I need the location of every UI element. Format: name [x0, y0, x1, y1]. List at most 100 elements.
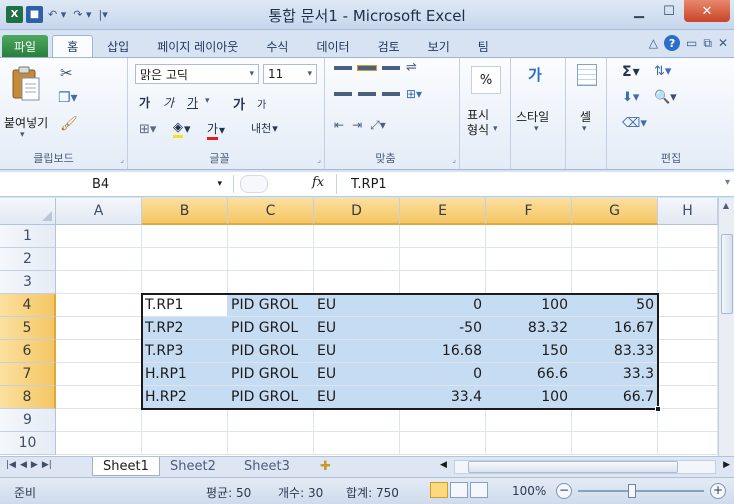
styles-icon[interactable]: 가: [528, 64, 542, 85]
cell-g5[interactable]: 16.67: [572, 317, 658, 340]
page-layout-view-icon[interactable]: [450, 482, 468, 498]
cell-f9[interactable]: [486, 409, 572, 432]
cell-b1[interactable]: [142, 225, 228, 248]
cell-e1[interactable]: [400, 225, 486, 248]
column-header-d[interactable]: D: [314, 198, 400, 225]
last-sheet-icon[interactable]: ▶|: [42, 460, 52, 470]
cell-h5[interactable]: [658, 317, 718, 340]
tab-team[interactable]: 팀: [464, 35, 503, 57]
normal-view-icon[interactable]: [430, 482, 448, 498]
ribbon-minimize-icon[interactable]: △: [649, 36, 658, 50]
cell-g6[interactable]: 83.33: [572, 340, 658, 363]
cell-b5[interactable]: T.RP2: [142, 317, 228, 340]
cell-h3[interactable]: [658, 271, 718, 294]
styles-dropdown-icon[interactable]: ▾: [534, 124, 539, 134]
page-break-view-icon[interactable]: [470, 482, 488, 498]
cell-a4[interactable]: [56, 294, 142, 317]
cell-c9[interactable]: [228, 409, 314, 432]
cell-h8[interactable]: [658, 386, 718, 409]
next-sheet-icon[interactable]: ▶: [31, 460, 38, 470]
cell-b2[interactable]: [142, 248, 228, 271]
cell-a5[interactable]: [56, 317, 142, 340]
clear-icon[interactable]: ⌫▾: [622, 116, 647, 131]
borders-icon[interactable]: ⊞▾: [139, 122, 156, 137]
row-header-9[interactable]: 9: [0, 409, 56, 432]
grow-font-button[interactable]: 가: [233, 94, 245, 113]
cell-d8[interactable]: EU: [314, 386, 400, 409]
cell-f10[interactable]: [486, 432, 572, 455]
cell-g8[interactable]: 66.7: [572, 386, 658, 409]
tab-insert[interactable]: 삽입: [93, 35, 143, 57]
zoom-thumb[interactable]: [628, 484, 636, 498]
minimize-button[interactable]: ▁: [624, 0, 654, 22]
cell-b4[interactable]: T.RP1: [142, 294, 228, 317]
cell-c2[interactable]: [228, 248, 314, 271]
cell-e5[interactable]: -50: [400, 317, 486, 340]
select-all-button[interactable]: [0, 198, 56, 225]
cell-a1[interactable]: [56, 225, 142, 248]
cell-a7[interactable]: [56, 363, 142, 386]
tab-formulas[interactable]: 수식: [252, 35, 302, 57]
vertical-scrollbar[interactable]: ▲: [718, 198, 734, 456]
font-launcher-icon[interactable]: ⌟: [317, 155, 321, 164]
bold-button[interactable]: 가: [139, 94, 150, 111]
italic-button[interactable]: 가: [163, 94, 174, 111]
cell-g1[interactable]: [572, 225, 658, 248]
cells-button-label[interactable]: 셀: [580, 108, 591, 125]
underline-button[interactable]: 가: [187, 94, 198, 111]
help-icon[interactable]: ?: [664, 35, 681, 51]
cell-g10[interactable]: [572, 432, 658, 455]
fill-icon[interactable]: ⬇▾: [622, 90, 639, 105]
column-header-f[interactable]: F: [486, 198, 572, 225]
align-bottom-icon[interactable]: [382, 66, 400, 70]
cell-a2[interactable]: [56, 248, 142, 271]
maximize-button[interactable]: ☐: [654, 0, 684, 22]
cell-b10[interactable]: [142, 432, 228, 455]
cell-e7[interactable]: 0: [400, 363, 486, 386]
scroll-up-icon[interactable]: ▲: [719, 198, 733, 212]
cell-f4[interactable]: 100: [486, 294, 572, 317]
cell-a6[interactable]: [56, 340, 142, 363]
row-header-5[interactable]: 5: [0, 317, 56, 340]
cell-c3[interactable]: [228, 271, 314, 294]
clipboard-launcher-icon[interactable]: ⌟: [120, 155, 124, 164]
tab-file[interactable]: 파일: [2, 35, 49, 57]
cell-d7[interactable]: EU: [314, 363, 400, 386]
merge-cells-icon[interactable]: ⊞▾: [406, 87, 422, 101]
zoom-in-icon[interactable]: +: [710, 483, 726, 499]
row-header-2[interactable]: 2: [0, 248, 56, 271]
cell-b3[interactable]: [142, 271, 228, 294]
insert-sheet-icon[interactable]: ✚: [310, 457, 341, 476]
cell-d1[interactable]: [314, 225, 400, 248]
cell-f2[interactable]: [486, 248, 572, 271]
horizontal-scroll-thumb[interactable]: [468, 461, 678, 473]
cell-h4[interactable]: [658, 294, 718, 317]
scroll-right-icon[interactable]: ▶: [723, 460, 730, 470]
cell-c6[interactable]: PID GROL: [228, 340, 314, 363]
align-right-icon[interactable]: [382, 92, 400, 96]
fill-color-icon[interactable]: ◈ ▾: [173, 120, 191, 138]
formula-cancel-button[interactable]: [240, 175, 268, 193]
zoom-level[interactable]: 100%: [512, 484, 546, 498]
number-format-button[interactable]: 표시 형식: [467, 108, 489, 138]
cell-b6[interactable]: T.RP3: [142, 340, 228, 363]
cell-c10[interactable]: [228, 432, 314, 455]
horizontal-scrollbar[interactable]: ◀ ▶: [440, 460, 734, 474]
cell-e8[interactable]: 33.4: [400, 386, 486, 409]
cell-d10[interactable]: [314, 432, 400, 455]
cell-a9[interactable]: [56, 409, 142, 432]
shrink-font-button[interactable]: 가: [257, 96, 266, 111]
cell-h6[interactable]: [658, 340, 718, 363]
cell-a10[interactable]: [56, 432, 142, 455]
tab-view[interactable]: 보기: [414, 35, 464, 57]
paste-icon[interactable]: [10, 64, 42, 104]
row-header-3[interactable]: 3: [0, 271, 56, 294]
cell-b8[interactable]: H.RP2: [142, 386, 228, 409]
cell-g4[interactable]: 50: [572, 294, 658, 317]
workbook-restore-icon[interactable]: ⧉: [703, 36, 712, 51]
sheet-tab-sheet3[interactable]: Sheet3: [234, 457, 300, 476]
cell-c4[interactable]: PID GROL: [228, 294, 314, 317]
cell-e6[interactable]: 16.68: [400, 340, 486, 363]
cell-a8[interactable]: [56, 386, 142, 409]
row-header-7[interactable]: 7: [0, 363, 56, 386]
